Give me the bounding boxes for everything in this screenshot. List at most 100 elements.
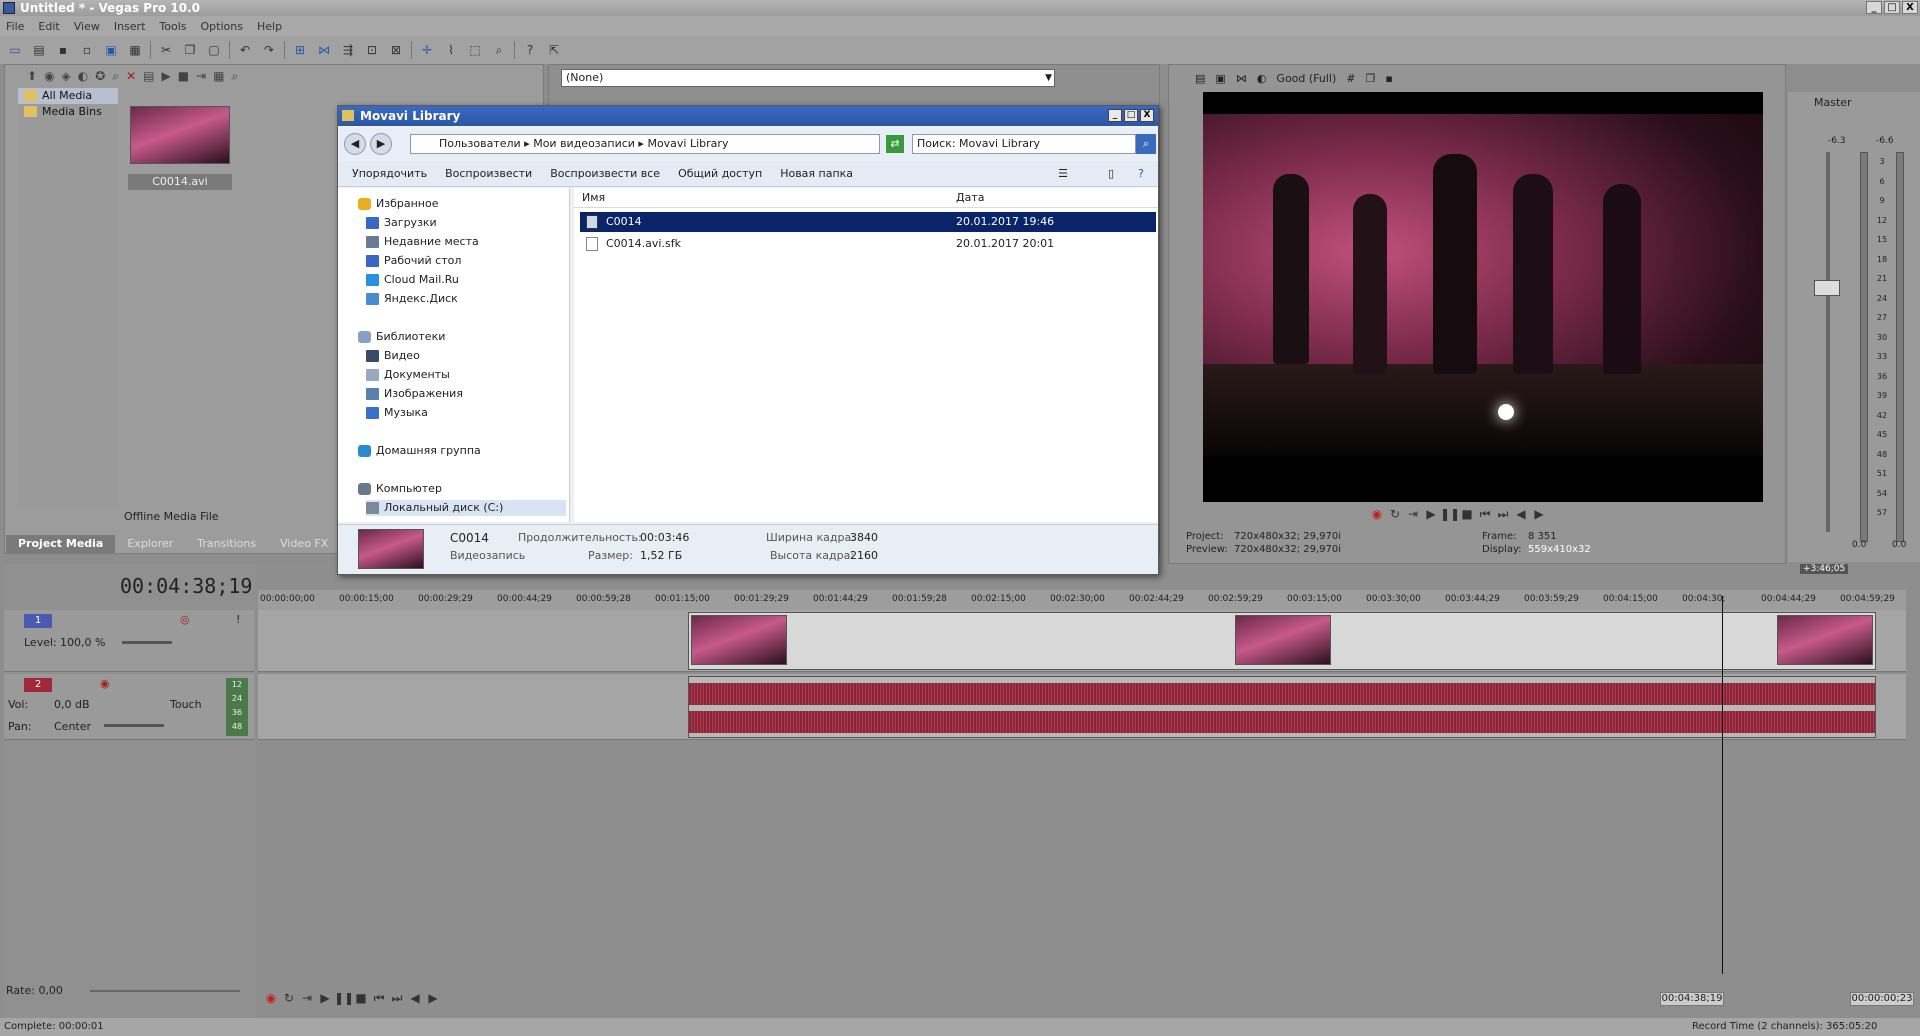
- get-media-icon[interactable]: ◈: [62, 69, 71, 87]
- menu-insert[interactable]: Insert: [114, 20, 146, 33]
- go-to-start-icon[interactable]: ⏮: [1476, 506, 1494, 522]
- stop-icon[interactable]: ■: [178, 69, 189, 87]
- breadcrumb-item[interactable]: Пользователи: [439, 137, 521, 150]
- copy-icon[interactable]: ❐: [181, 41, 199, 59]
- maximize-button[interactable]: □: [1884, 1, 1900, 14]
- pause-icon[interactable]: ❚❚: [1440, 506, 1460, 522]
- nav-item[interactable]: Документы: [366, 367, 450, 383]
- save-as-icon[interactable]: ▫: [78, 41, 96, 59]
- arm-record-icon[interactable]: ◉: [100, 677, 110, 690]
- tab-project-media[interactable]: Project Media: [6, 535, 116, 553]
- split-screen-icon[interactable]: ◐: [1257, 72, 1267, 85]
- paste-icon[interactable]: ▢: [205, 41, 223, 59]
- close-button[interactable]: X: [1140, 109, 1154, 122]
- solo-icon[interactable]: !: [236, 613, 240, 626]
- ripple-edit-icon[interactable]: ⇶: [339, 41, 357, 59]
- search-input[interactable]: Поиск: Movavi Library: [912, 134, 1136, 154]
- refresh-icon[interactable]: ⇄: [886, 135, 904, 153]
- whats-this-icon[interactable]: ⇱: [545, 41, 563, 59]
- external-monitor-icon[interactable]: ▣: [1215, 72, 1225, 85]
- menu-help[interactable]: Help: [257, 20, 282, 33]
- tree-item-media-bins[interactable]: Media Bins: [18, 104, 118, 120]
- extract-audio-icon[interactable]: ◐: [78, 69, 88, 87]
- column-header-name[interactable]: Имя: [582, 191, 605, 204]
- snapping-icon[interactable]: ⊞: [291, 41, 309, 59]
- go-to-start-icon[interactable]: ⏮: [370, 990, 388, 1006]
- prev-frame-icon[interactable]: ◀: [1512, 506, 1530, 522]
- column-header-date[interactable]: Дата: [956, 191, 984, 204]
- normal-edit-tool-icon[interactable]: ✛: [418, 41, 436, 59]
- play-all-button[interactable]: Воспроизвести все: [550, 167, 660, 180]
- remove-media-icon[interactable]: ✕: [126, 69, 136, 87]
- tab-transitions[interactable]: Transitions: [185, 535, 268, 553]
- views-icon[interactable]: ☰: [1058, 167, 1068, 180]
- cursor-time-field[interactable]: 00:04:38;19: [1660, 992, 1724, 1006]
- import-media-icon[interactable]: ⬆: [27, 69, 37, 87]
- nav-item[interactable]: Избранное: [358, 196, 438, 212]
- redo-icon[interactable]: ↷: [260, 41, 278, 59]
- ignore-grouping-icon[interactable]: ⊠: [387, 41, 405, 59]
- media-thumbnail[interactable]: [130, 106, 230, 164]
- undo-icon[interactable]: ↶: [236, 41, 254, 59]
- file-row[interactable]: C0014 20.01.2017 19:46: [580, 212, 1156, 232]
- forward-button[interactable]: ▶: [370, 133, 392, 155]
- pause-icon[interactable]: ❚❚: [334, 990, 354, 1006]
- preview-quality-dropdown[interactable]: Good (Full): [1276, 72, 1336, 85]
- minimize-button[interactable]: _: [1866, 1, 1882, 14]
- lock-envelopes-icon[interactable]: ⊡: [363, 41, 381, 59]
- play-icon[interactable]: ▶: [316, 990, 334, 1006]
- timeline-ruler[interactable]: 00:00:00;00 00:00:15;00 00:00:29;29 00:00:4…: [258, 590, 1906, 610]
- menu-file[interactable]: File: [6, 20, 24, 33]
- next-frame-icon[interactable]: ▶: [1530, 506, 1548, 522]
- tab-explorer[interactable]: Explorer: [115, 535, 185, 553]
- properties-icon[interactable]: ▤: [143, 69, 154, 87]
- cut-icon[interactable]: ✂: [157, 41, 175, 59]
- level-slider[interactable]: [122, 641, 172, 644]
- save-icon[interactable]: ▪: [54, 41, 72, 59]
- play-icon[interactable]: ▶: [161, 69, 170, 87]
- nav-item[interactable]: Библиотеки: [358, 329, 445, 345]
- nav-item[interactable]: Домашняя группа: [358, 443, 481, 459]
- play-from-start-icon[interactable]: ⇥: [1404, 506, 1422, 522]
- go-to-end-icon[interactable]: ⏭: [1494, 506, 1512, 522]
- nav-item[interactable]: Компьютер: [358, 481, 442, 497]
- capture-icon[interactable]: ◉: [44, 69, 54, 87]
- save-snapshot-icon[interactable]: ▪: [1385, 72, 1392, 85]
- next-frame-icon[interactable]: ▶: [424, 990, 442, 1006]
- close-button[interactable]: X: [1902, 1, 1918, 14]
- nav-item[interactable]: Видео: [366, 348, 420, 364]
- overlays-icon[interactable]: #: [1346, 72, 1355, 85]
- nav-item[interactable]: Изображения: [366, 386, 463, 402]
- menu-edit[interactable]: Edit: [38, 20, 59, 33]
- record-icon[interactable]: ◉: [1368, 506, 1386, 522]
- breadcrumb-item[interactable]: Мои видеозаписи: [533, 137, 635, 150]
- prev-frame-icon[interactable]: ◀: [406, 990, 424, 1006]
- breadcrumb-item[interactable]: Movavi Library: [647, 137, 728, 150]
- pan-slider[interactable]: [104, 724, 164, 727]
- help-pointer-icon[interactable]: ?: [521, 41, 539, 59]
- search-icon[interactable]: ⌕: [1136, 134, 1156, 154]
- back-button[interactable]: ◀: [344, 133, 366, 155]
- automation-mode-dropdown[interactable]: Touch: [170, 698, 202, 711]
- rate-slider[interactable]: [90, 990, 240, 992]
- tab-video-fx[interactable]: Video FX: [268, 535, 340, 553]
- go-to-end-icon[interactable]: ⏭: [388, 990, 406, 1006]
- video-fx-icon[interactable]: ⋈: [1236, 72, 1247, 85]
- properties-icon[interactable]: ▤: [1195, 72, 1205, 85]
- length-time-field[interactable]: 00:00:00;23: [1850, 992, 1914, 1006]
- selection-tool-icon[interactable]: ⬚: [466, 41, 484, 59]
- menu-options[interactable]: Options: [201, 20, 243, 33]
- loop-icon[interactable]: ↻: [280, 990, 298, 1006]
- auto-preview-icon[interactable]: ⇥: [196, 69, 206, 87]
- preview-pane-icon[interactable]: ▯: [1108, 167, 1114, 180]
- minimize-button[interactable]: _: [1108, 109, 1122, 122]
- play-icon[interactable]: ▶: [1422, 506, 1440, 522]
- nav-item[interactable]: Cloud Mail.Ru: [366, 272, 459, 288]
- mute-icon[interactable]: ◎: [180, 613, 190, 626]
- organize-button[interactable]: Упорядочить: [352, 167, 427, 180]
- stop-icon[interactable]: ■: [352, 990, 370, 1006]
- stop-icon[interactable]: ■: [1458, 506, 1476, 522]
- menu-view[interactable]: View: [74, 20, 100, 33]
- play-button[interactable]: Воспроизвести: [445, 167, 532, 180]
- properties-icon[interactable]: ▦: [126, 41, 144, 59]
